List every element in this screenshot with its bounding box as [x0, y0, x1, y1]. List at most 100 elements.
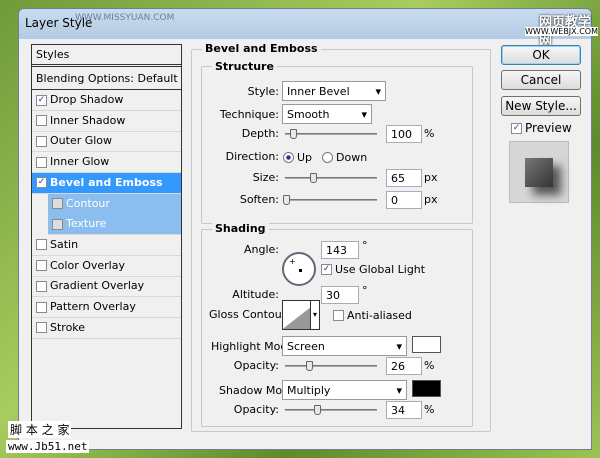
size-input[interactable]: 65 [386, 169, 422, 187]
shadow-opacity-input[interactable]: 34 [386, 401, 422, 419]
style-item-label: Drop Shadow [50, 93, 124, 106]
style-item-label: Stroke [50, 320, 86, 334]
ok-button[interactable]: OK [501, 45, 581, 65]
highlight-opacity-slider[interactable] [285, 361, 377, 371]
angle-input[interactable]: 143 [321, 241, 359, 259]
new-style-button[interactable]: New Style... [501, 96, 581, 116]
angle-dial[interactable]: + [282, 252, 316, 286]
style-item-texture[interactable]: Texture [48, 214, 181, 236]
depth-label: Depth: [241, 127, 279, 140]
depth-slider[interactable] [285, 129, 377, 139]
style-item-label: Inner Shadow [50, 113, 126, 127]
style-item-label: Pattern Overlay [50, 300, 136, 313]
style-dropdown[interactable]: Inner Bevel [282, 81, 386, 101]
shadow-opacity-slider[interactable] [285, 405, 377, 415]
checkbox-icon[interactable] [36, 260, 47, 272]
technique-value: Smooth [287, 108, 330, 121]
style-item-drop-shadow[interactable]: ✓ Drop Shadow [32, 90, 181, 111]
watermark: 脚 本 之 家 [8, 421, 72, 438]
depth-input[interactable]: 100 [386, 125, 422, 143]
preview-checkbox[interactable]: ✓ Preview [511, 121, 572, 135]
angle-degree: ° [362, 239, 368, 252]
style-item-label: Inner Glow [50, 155, 110, 169]
checkbox-icon[interactable] [36, 156, 47, 168]
style-item-color-overlay[interactable]: Color Overlay [32, 256, 181, 277]
style-item-stroke[interactable]: Stroke [32, 318, 181, 339]
shading-title: Shading [212, 222, 269, 235]
style-item-satin[interactable]: Satin [32, 235, 181, 256]
cancel-button[interactable]: Cancel [501, 70, 581, 90]
down-label: Down [336, 151, 368, 164]
checkbox-checked-icon[interactable]: ✓ [36, 94, 47, 106]
style-item-pattern-overlay[interactable]: Pattern Overlay [32, 297, 181, 318]
gloss-contour-picker[interactable]: ▾ [282, 300, 320, 330]
style-item-label: Color Overlay [50, 258, 125, 272]
highlight-opacity-input[interactable]: 26 [386, 357, 422, 375]
gloss-contour-label: Gloss Contour: [209, 308, 290, 321]
altitude-label: Altitude: [232, 288, 279, 301]
checkbox-checked-icon: ✓ [511, 122, 522, 134]
checkbox-icon[interactable] [36, 301, 47, 313]
checkbox-icon[interactable] [36, 239, 47, 251]
blending-options[interactable]: Blending Options: Default [32, 69, 181, 90]
style-item-outer-glow[interactable]: Outer Glow [32, 131, 181, 153]
shadow-mode-value: Multiply [287, 384, 331, 397]
chevron-down-icon[interactable]: ▾ [310, 301, 319, 329]
style-item-contour[interactable]: Contour [48, 193, 181, 215]
preview-swatch [525, 158, 553, 187]
blending-options-label: Blending Options: Default [36, 72, 178, 85]
styles-header-label: Styles [36, 47, 70, 61]
style-item-label: Contour [66, 196, 110, 210]
anti-aliased-label: Anti-aliased [347, 309, 412, 322]
style-item-label: Gradient Overlay [50, 279, 145, 293]
soften-slider[interactable] [283, 195, 377, 205]
highlight-mode-dropdown[interactable]: Screen [282, 336, 407, 356]
styles-header[interactable]: Styles [32, 45, 181, 67]
checkbox-checked-icon[interactable]: ✓ [36, 177, 47, 189]
layer-style-dialog: Layer Style 网页教学网 WWW.WEBJX.COM Styles B… [18, 8, 598, 450]
style-item-label: Outer Glow [50, 134, 113, 148]
highlight-color-swatch[interactable] [412, 336, 441, 353]
style-item-inner-glow[interactable]: Inner Glow [32, 152, 181, 174]
shadow-opacity-label: Opacity: [233, 403, 279, 416]
slider-thumb[interactable] [306, 361, 313, 371]
use-global-light-checkbox[interactable]: ✓ Use Global Light [321, 263, 425, 276]
direction-down-radio[interactable]: Down [322, 151, 367, 164]
direction-label: Direction: [225, 150, 279, 163]
technique-label: Technique: [219, 108, 279, 121]
shadow-mode-dropdown[interactable]: Multiply [282, 380, 407, 400]
percent-unit: % [424, 359, 435, 372]
shadow-color-swatch[interactable] [412, 380, 441, 397]
checkbox-icon[interactable] [52, 198, 63, 209]
size-unit: px [424, 171, 438, 184]
preview-label: Preview [525, 121, 572, 135]
percent-unit: % [424, 403, 435, 416]
watermark: WWW.WEBJX.COM [525, 27, 598, 36]
soften-input[interactable]: 0 [386, 191, 422, 209]
highlight-mode-value: Screen [287, 340, 325, 353]
size-slider[interactable] [285, 173, 377, 183]
slider-thumb[interactable] [314, 405, 321, 415]
structure-title: Structure [212, 60, 277, 73]
styles-list: Styles Blending Options: Default ✓ Drop S… [31, 44, 182, 429]
slider-thumb[interactable] [283, 195, 290, 205]
checkbox-icon[interactable] [36, 280, 47, 292]
style-item-label: Bevel and Emboss [50, 175, 163, 189]
anti-aliased-checkbox[interactable]: Anti-aliased [333, 309, 412, 322]
size-label: Size: [252, 171, 279, 184]
style-item-inner-shadow[interactable]: Inner Shadow [32, 111, 181, 132]
checkbox-icon[interactable] [52, 218, 63, 230]
checkbox-icon[interactable] [36, 322, 47, 334]
radio-selected-icon [283, 152, 294, 163]
slider-thumb[interactable] [310, 173, 317, 183]
technique-dropdown[interactable]: Smooth [282, 104, 372, 124]
slider-thumb[interactable] [290, 129, 297, 139]
style-label: Style: [247, 85, 279, 98]
style-item-bevel-and-emboss[interactable]: ✓ Bevel and Emboss [32, 172, 181, 194]
checkbox-icon[interactable] [36, 115, 47, 127]
style-item-gradient-overlay[interactable]: Gradient Overlay [32, 276, 181, 298]
global-light-label: Use Global Light [335, 263, 426, 276]
checkbox-icon[interactable] [36, 135, 47, 147]
direction-up-radio[interactable]: Up [283, 151, 312, 164]
altitude-input[interactable]: 30 [321, 286, 359, 304]
